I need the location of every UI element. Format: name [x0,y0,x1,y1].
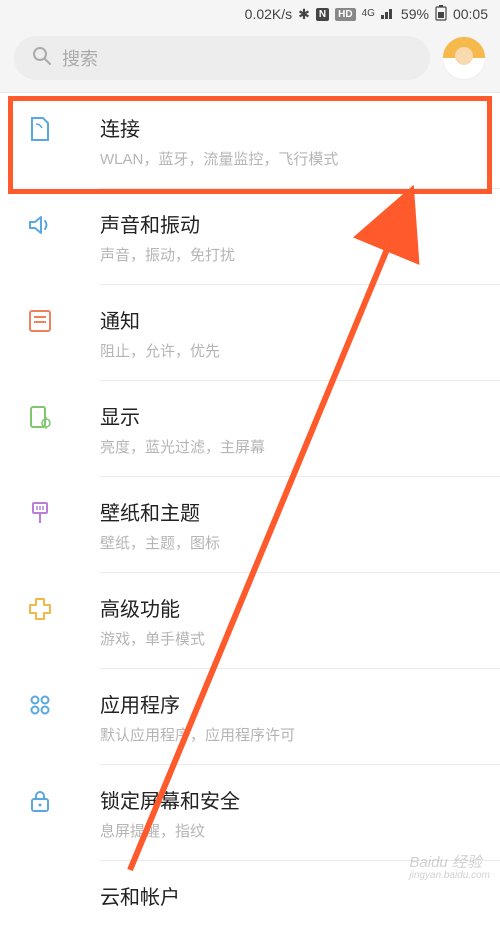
status-bar: 0.02K/s ✱ N HD 4G 59% 00:05 [0,0,500,28]
icon-wrap [18,785,100,815]
lock-icon [26,787,54,815]
avatar[interactable] [442,36,486,80]
icon-wrap [18,305,100,335]
item-subtitle: 声音，振动，免打扰 [100,244,482,265]
settings-item-advanced[interactable]: 高级功能 游戏，单手模式 [0,573,500,669]
icon-wrap [18,593,100,623]
item-text: 连接 WLAN，蓝牙，流量监控，飞行模式 [100,113,482,169]
nfc-icon: N [316,8,329,21]
plus-icon [26,595,54,623]
item-title: 通知 [100,305,482,334]
bluetooth-icon: ✱ [298,6,310,23]
icon-wrap [18,497,100,527]
brush-icon [26,499,54,527]
item-title: 应用程序 [100,689,482,718]
item-subtitle: 亮度，蓝光过滤，主屏幕 [100,436,482,457]
item-text: 高级功能 游戏，单手模式 [100,593,482,649]
settings-item-sound[interactable]: 声音和振动 声音，振动，免打扰 [0,189,500,285]
item-text: 显示 亮度，蓝光过滤，主屏幕 [100,401,482,457]
search-icon [32,46,52,71]
settings-item-apps[interactable]: 应用程序 默认应用程序，应用程序许可 [0,669,500,765]
icon-wrap [18,689,100,719]
item-subtitle: WLAN，蓝牙，流量监控，飞行模式 [100,148,482,169]
search-row: 搜索 [0,28,500,92]
network-type: 4G [362,9,375,19]
item-text: 锁定屏幕和安全 息屏提醒，指纹 [100,785,482,841]
watermark: Baidu 经验 jingyan.baidu.com [409,851,490,881]
sim-icon [26,115,54,143]
item-subtitle: 壁纸，主题，图标 [100,532,482,553]
display-icon [26,403,54,431]
apps-icon [26,691,54,719]
item-text: 应用程序 默认应用程序，应用程序许可 [100,689,482,745]
settings-item-connections[interactable]: 连接 WLAN，蓝牙，流量监控，飞行模式 [0,93,500,189]
item-title: 连接 [100,113,482,142]
item-text: 声音和振动 声音，振动，免打扰 [100,209,482,265]
item-title: 壁纸和主题 [100,497,482,526]
search-input[interactable]: 搜索 [14,36,430,80]
settings-item-notifications[interactable]: 通知 阻止，允许，优先 [0,285,500,381]
settings-item-display[interactable]: 显示 亮度，蓝光过滤，主屏幕 [0,381,500,477]
item-title: 显示 [100,401,482,430]
list-icon [26,307,54,335]
settings-list: 连接 WLAN，蓝牙，流量监控，飞行模式 声音和振动 声音，振动，免打扰 通知 … [0,92,500,936]
settings-item-wallpaper[interactable]: 壁纸和主题 壁纸，主题，图标 [0,477,500,573]
icon-wrap [18,209,100,239]
icon-wrap [18,113,100,143]
item-subtitle: 阻止，允许，优先 [100,340,482,361]
settings-item-lock[interactable]: 锁定屏幕和安全 息屏提醒，指纹 [0,765,500,861]
cloud-icon [26,883,54,911]
item-subtitle: 游戏，单手模式 [100,628,482,649]
item-title: 云和帐户 [100,881,482,910]
item-text: 通知 阻止，允许，优先 [100,305,482,361]
watermark-sub: jingyan.baidu.com [409,870,490,881]
watermark-main: Baidu 经验 [409,854,482,871]
signal-icon [381,6,395,22]
item-title: 声音和振动 [100,209,482,238]
item-subtitle: 息屏提醒，指纹 [100,820,482,841]
icon-wrap [18,881,100,911]
item-title: 锁定屏幕和安全 [100,785,482,814]
item-title: 高级功能 [100,593,482,622]
speaker-icon [26,211,54,239]
search-placeholder: 搜索 [62,45,98,71]
clock: 00:05 [453,6,488,22]
item-text: 云和帐户 [100,881,482,916]
item-text: 壁纸和主题 壁纸，主题，图标 [100,497,482,553]
icon-wrap [18,401,100,431]
item-subtitle: 默认应用程序，应用程序许可 [100,724,482,745]
network-speed: 0.02K/s [245,6,292,22]
hd-icon: HD [335,8,355,21]
battery-icon [435,5,447,24]
battery-percent: 59% [401,6,429,22]
